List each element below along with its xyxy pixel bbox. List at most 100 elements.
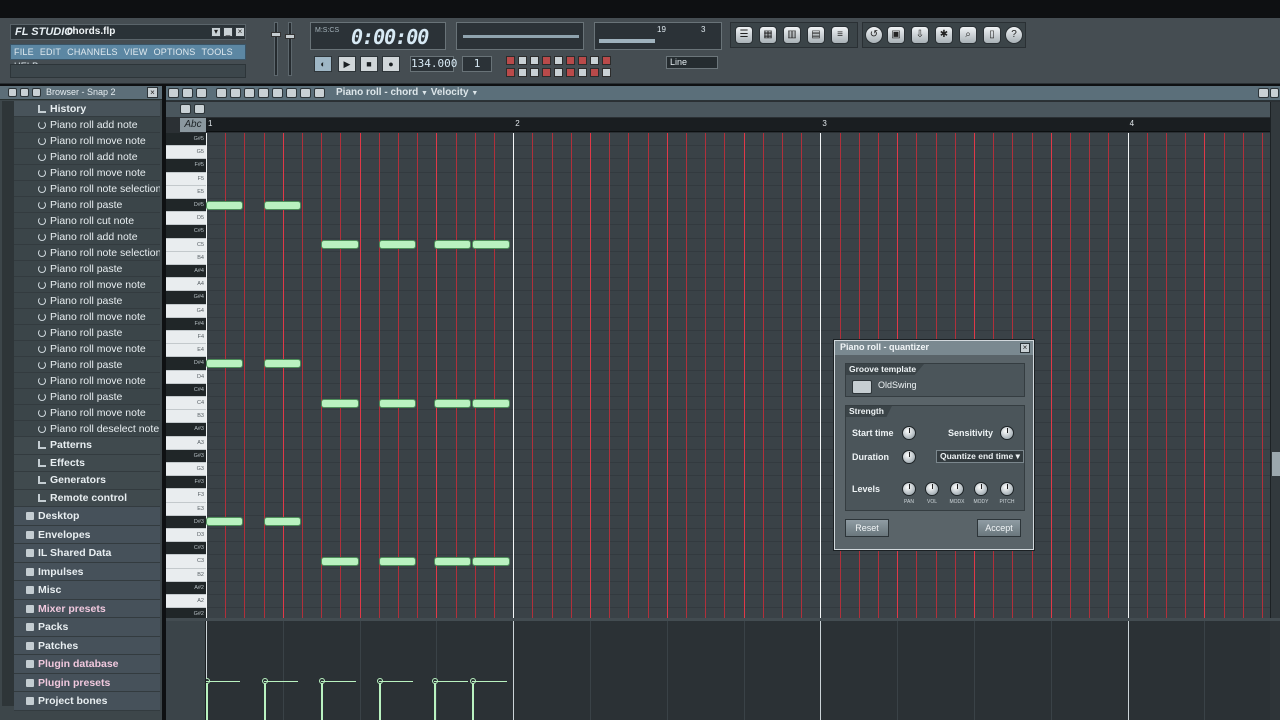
history-item[interactable]: Piano roll move note (14, 373, 160, 389)
browser-folder[interactable]: Plugin database (14, 655, 160, 674)
pencil-icon[interactable] (216, 88, 227, 98)
history-item[interactable]: Piano roll move note (14, 341, 160, 357)
piano-key[interactable]: B4 (166, 252, 206, 265)
browser-icon[interactable]: ▤ (807, 26, 825, 44)
piano-key[interactable]: C#3 (166, 542, 206, 556)
piano-key[interactable]: G#4 (166, 291, 206, 305)
piano-key[interactable]: F4 (166, 331, 206, 345)
piano-roll-title[interactable]: Piano roll - chord ▼ Velocity ▼ (336, 87, 478, 98)
piano-key[interactable]: D#4 (166, 357, 206, 371)
history-folder[interactable]: History (14, 101, 160, 117)
piano-key[interactable]: A3 (166, 437, 206, 450)
option-toggle[interactable] (530, 56, 539, 65)
history-item[interactable]: Piano roll add note (14, 229, 160, 245)
history-item[interactable]: Piano roll paste (14, 293, 160, 309)
delete-icon[interactable] (244, 88, 255, 98)
velocity-bar[interactable] (472, 681, 475, 720)
option-toggle[interactable] (542, 68, 551, 77)
close-icon[interactable]: × (147, 87, 158, 98)
piano-key[interactable]: E5 (166, 186, 206, 199)
history-item[interactable]: Piano roll move note (14, 405, 160, 421)
option-toggle[interactable] (590, 56, 599, 65)
velocity-bar[interactable] (434, 681, 437, 720)
duration-knob[interactable] (902, 450, 916, 464)
browser-subfolder[interactable]: Effects (14, 454, 160, 472)
search-icon[interactable]: ⌕ (959, 26, 977, 44)
option-toggle[interactable] (566, 56, 575, 65)
plugin-icon[interactable]: ✱ (935, 26, 953, 44)
piano-key[interactable]: G#3 (166, 449, 206, 463)
history-item[interactable]: Piano roll move note (14, 165, 160, 181)
browser-folder[interactable]: Plugin presets (14, 673, 160, 692)
browser-subfolder[interactable]: Patterns (14, 437, 160, 455)
mute-icon[interactable] (258, 88, 269, 98)
note-block[interactable] (206, 517, 244, 527)
dialog-title-bar[interactable]: Piano roll - quantizer × (835, 341, 1033, 355)
volume-knob[interactable] (925, 482, 939, 496)
option-toggle[interactable] (518, 56, 527, 65)
history-item[interactable]: Piano roll add note (14, 149, 160, 165)
note-block[interactable] (434, 557, 472, 566)
option-toggle[interactable] (530, 68, 539, 77)
piano-key[interactable]: B3 (166, 410, 206, 424)
browser-folder[interactable]: Mixer presets (14, 599, 160, 618)
piano-key[interactable]: F3 (166, 489, 206, 503)
master-pitch-slider[interactable] (288, 22, 292, 76)
history-item[interactable]: Piano roll move note (14, 309, 160, 325)
piano-key[interactable]: D3 (166, 529, 206, 543)
option-toggle[interactable] (602, 56, 611, 65)
note-block[interactable] (472, 398, 510, 408)
history-item[interactable]: Piano roll paste (14, 197, 160, 213)
option-toggle[interactable] (554, 68, 563, 77)
velocity-bar[interactable] (263, 681, 266, 720)
undo-icon[interactable]: ↺ (865, 26, 883, 44)
browser-folder[interactable]: Packs (14, 618, 160, 637)
note-block[interactable] (206, 359, 244, 368)
piano-key[interactable]: D4 (166, 371, 206, 384)
piano-key[interactable]: C#5 (166, 225, 206, 239)
maximize-icon[interactable] (1258, 88, 1269, 98)
zoom-icon[interactable] (300, 88, 311, 98)
note-block[interactable] (378, 557, 417, 566)
note-grid[interactable] (206, 133, 1270, 701)
draw-icon[interactable] (196, 88, 207, 98)
dropdown-icon[interactable]: ▾ (211, 27, 221, 37)
browser-scrollbar[interactable] (2, 101, 14, 706)
menu-tools[interactable]: TOOLS (198, 45, 235, 59)
note-block[interactable] (263, 359, 301, 368)
note-block[interactable] (263, 200, 301, 210)
browser-folder[interactable]: Envelopes (14, 525, 160, 544)
piano-key[interactable]: G3 (166, 463, 206, 477)
piano-key[interactable]: A4 (166, 278, 206, 292)
piano-key[interactable]: G#5 (166, 133, 206, 147)
piano-key[interactable]: G5 (166, 146, 206, 160)
piano-key[interactable]: A#4 (166, 265, 206, 279)
magnet-icon[interactable] (182, 88, 193, 98)
browser-subfolder[interactable]: Generators (14, 472, 160, 490)
browser-folder[interactable]: Patches (14, 636, 160, 655)
browser-folder[interactable]: Impulses (14, 562, 160, 581)
piano-key[interactable]: F5 (166, 173, 206, 186)
option-toggle[interactable] (566, 68, 575, 77)
note-block[interactable] (378, 398, 417, 408)
history-item[interactable]: Piano roll deselect note (14, 421, 160, 437)
browser-collapse-icon[interactable] (20, 88, 29, 97)
play-icon[interactable]: ▶ (338, 56, 356, 72)
history-item[interactable]: Piano roll note selection (14, 181, 160, 197)
option-toggle[interactable] (578, 68, 587, 77)
mod-x-knob[interactable] (950, 482, 964, 496)
piano-key[interactable]: F#3 (166, 476, 206, 490)
piano-key[interactable]: D5 (166, 212, 206, 226)
option-toggle[interactable] (518, 68, 527, 77)
velocity-bar[interactable] (378, 681, 381, 720)
close-icon[interactable] (1270, 88, 1279, 98)
option-toggle[interactable] (602, 68, 611, 77)
piano-keyboard[interactable]: G#5 G5 F#5 F5 E5 D#5 D5 C#5 C5 B4 A#4 A4 G#4 G4 F#4 F4 E… (166, 133, 206, 701)
note-block[interactable] (434, 398, 472, 408)
snap-selector[interactable]: Line (666, 56, 718, 69)
reset-button[interactable]: Reset (845, 519, 889, 537)
piano-roll-icon[interactable]: ▥ (783, 26, 801, 44)
option-toggle[interactable] (554, 56, 563, 65)
history-item[interactable]: Piano roll paste (14, 261, 160, 277)
select-icon[interactable] (286, 88, 297, 98)
